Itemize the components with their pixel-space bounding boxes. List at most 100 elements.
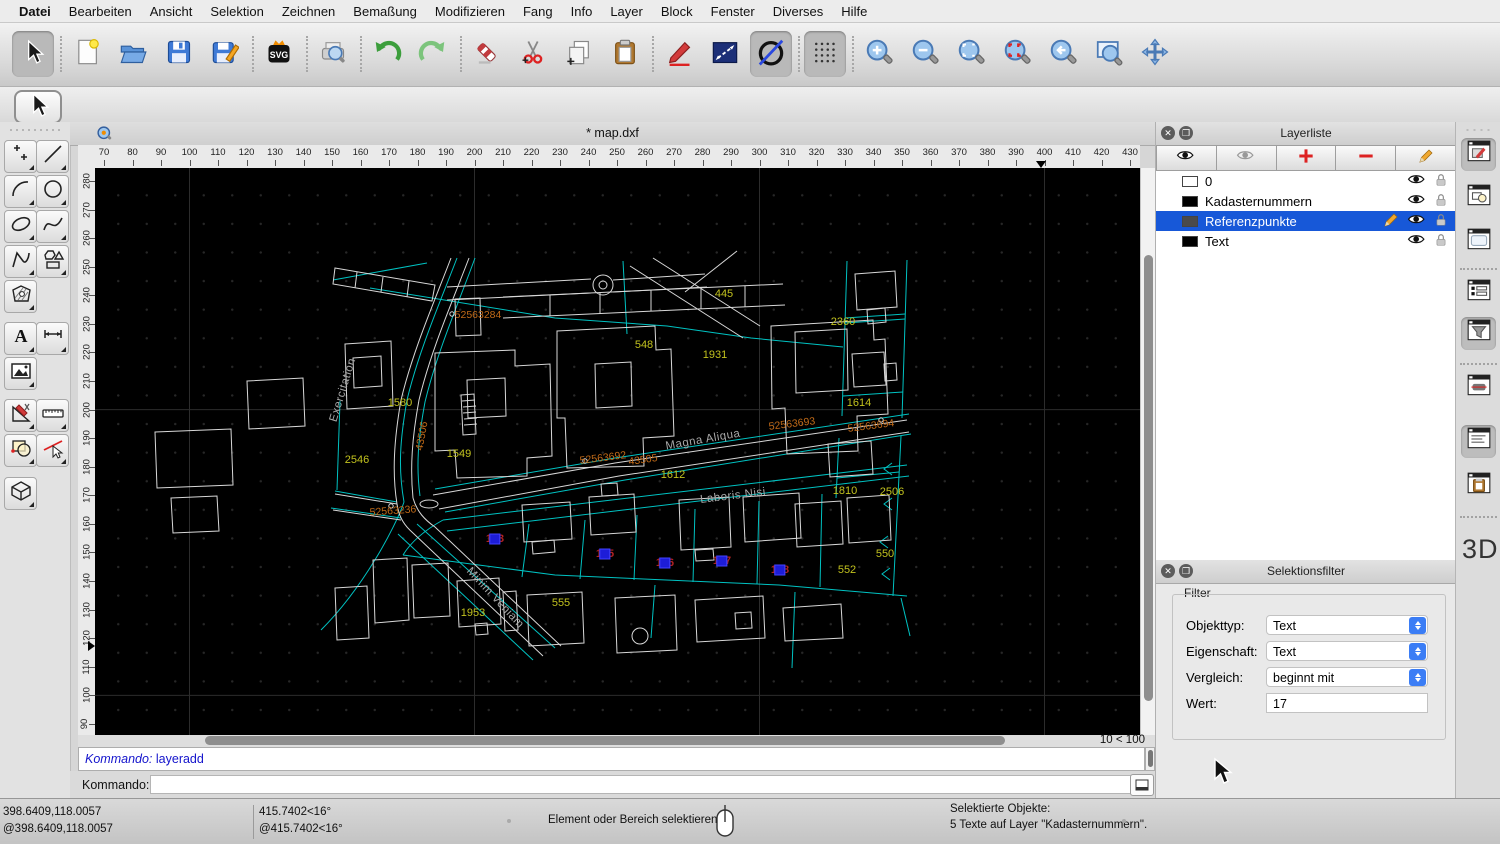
grid-toggle-button[interactable]: [804, 31, 846, 77]
drawing-canvas[interactable]: 4452360548193116141580154925461612181025…: [95, 168, 1140, 735]
delete-button[interactable]: [466, 31, 508, 77]
hscroll-thumb[interactable]: [205, 736, 1005, 745]
command-input[interactable]: [150, 775, 1135, 794]
layer-color-swatch[interactable]: [1182, 216, 1198, 227]
menu-zeichnen[interactable]: Zeichnen: [273, 0, 344, 23]
copy-button[interactable]: [558, 31, 600, 77]
command-widget-toggle-button[interactable]: [1130, 774, 1154, 796]
layer-lock-icon[interactable]: [1434, 172, 1448, 191]
save-button[interactable]: [158, 31, 200, 77]
3d-dock-label[interactable]: 3D: [1462, 534, 1499, 565]
filter-dropdown[interactable]: Text: [1266, 641, 1428, 661]
dimension-tools-button[interactable]: [36, 322, 69, 355]
block-list-dock-button[interactable]: [1461, 182, 1496, 215]
svg-export-button[interactable]: SVG: [258, 31, 300, 77]
save-as-button[interactable]: [204, 31, 246, 77]
block-tools-button[interactable]: [4, 434, 37, 467]
trim-tools-button[interactable]: [36, 434, 69, 467]
text-tool-button[interactable]: A: [4, 322, 37, 355]
menu-bearbeiten[interactable]: Bearbeiten: [60, 0, 141, 23]
palette-drag-handle[interactable]: [8, 128, 62, 132]
menu-block[interactable]: Block: [652, 0, 702, 23]
library-browser-dock-button[interactable]: [1461, 372, 1496, 405]
menu-modifizieren[interactable]: Modifizieren: [426, 0, 514, 23]
layer-lock-icon[interactable]: [1434, 212, 1448, 231]
dimension-settings-button[interactable]: [704, 31, 746, 77]
zoom-previous-button[interactable]: [1042, 31, 1084, 77]
auto-zoom-button[interactable]: [950, 31, 992, 77]
arc-tools-button[interactable]: [4, 175, 37, 208]
command-line-dock-button[interactable]: [1461, 425, 1496, 458]
redo-button[interactable]: [412, 31, 454, 77]
edit-layer-icon[interactable]: [1382, 211, 1400, 232]
selection-tool-button[interactable]: [12, 31, 54, 77]
layer-lock-icon[interactable]: [1434, 192, 1448, 211]
undo-button[interactable]: [366, 31, 408, 77]
dock-strip-handle[interactable]: [1464, 128, 1494, 132]
canvas-horizontal-scrollbar[interactable]: 10 < 100: [78, 735, 1155, 747]
layer-list-dock-button[interactable]: [1461, 277, 1496, 310]
zoom-selection-button[interactable]: [996, 31, 1038, 77]
menu-layer[interactable]: Layer: [601, 0, 652, 23]
filter-dropdown[interactable]: Text: [1266, 615, 1428, 635]
draw-settings-button[interactable]: [658, 31, 700, 77]
shape-tools-button[interactable]: [36, 245, 69, 278]
history-scrollbar-thumb[interactable]: [1148, 750, 1153, 767]
menu-selektion[interactable]: Selektion: [201, 0, 272, 23]
menu-diverses[interactable]: Diverses: [764, 0, 833, 23]
layer-row-Text[interactable]: Text: [1156, 231, 1456, 251]
spline-tools-button[interactable]: [36, 210, 69, 243]
zoom-in-button[interactable]: [858, 31, 900, 77]
zoom-window-button[interactable]: [1088, 31, 1130, 77]
restrict-off-button[interactable]: [750, 31, 792, 77]
menu-datei[interactable]: Datei: [10, 0, 60, 23]
selection-tool-button-2[interactable]: [14, 90, 62, 124]
menu-ansicht[interactable]: Ansicht: [141, 0, 202, 23]
edit-layer-button[interactable]: [1396, 145, 1456, 171]
layer-row-Kadasternummern[interactable]: Kadasternummern: [1156, 191, 1456, 211]
point-tools-button[interactable]: [4, 140, 37, 173]
paste-button[interactable]: [604, 31, 646, 77]
pan-button[interactable]: [1134, 31, 1176, 77]
layer-color-swatch[interactable]: [1182, 196, 1198, 207]
measure-tools-button[interactable]: [36, 399, 69, 432]
circle-tools-button[interactable]: [36, 175, 69, 208]
dropdown-stepper-icon[interactable]: [1409, 669, 1426, 686]
cut-button[interactable]: [512, 31, 554, 77]
show-all-layers-button[interactable]: [1156, 145, 1217, 171]
remove-layer-button[interactable]: [1336, 145, 1396, 171]
layer-color-swatch[interactable]: [1182, 236, 1198, 247]
canvas-vertical-scrollbar[interactable]: [1140, 168, 1156, 735]
menu-fenster[interactable]: Fenster: [702, 0, 764, 23]
new-file-button[interactable]: [66, 31, 108, 77]
menu-fang[interactable]: Fang: [514, 0, 562, 23]
hide-all-layers-button[interactable]: [1217, 145, 1277, 171]
solid-tools-button[interactable]: [4, 477, 37, 510]
filter-value-input[interactable]: 17: [1266, 693, 1428, 713]
layer-row-0[interactable]: 0: [1156, 171, 1456, 191]
image-tool-button[interactable]: [4, 357, 37, 390]
modify-tools-button[interactable]: [4, 399, 37, 432]
layer-row-Referenzpunkte[interactable]: Referenzpunkte: [1156, 211, 1456, 231]
dropdown-stepper-icon[interactable]: [1409, 617, 1426, 634]
dropdown-stepper-icon[interactable]: [1409, 643, 1426, 660]
clipboard-dock-button[interactable]: [1461, 470, 1496, 503]
filter-dropdown[interactable]: beginnt mit: [1266, 667, 1428, 687]
menu-hilfe[interactable]: Hilfe: [832, 0, 876, 23]
add-layer-button[interactable]: [1277, 145, 1337, 171]
menu-info[interactable]: Info: [562, 0, 602, 23]
history-scrollbar[interactable]: [1145, 747, 1155, 771]
polyline-tools-button[interactable]: [4, 245, 37, 278]
layer-color-swatch[interactable]: [1182, 176, 1198, 187]
view-list-dock-button[interactable]: [1461, 226, 1496, 259]
vscroll-thumb[interactable]: [1144, 255, 1153, 701]
layer-lock-icon[interactable]: [1434, 232, 1448, 251]
open-file-button[interactable]: [112, 31, 154, 77]
selection-filter-dock-button[interactable]: [1461, 317, 1496, 350]
line-tools-button[interactable]: [36, 140, 69, 173]
property-editor-dock-button[interactable]: [1461, 138, 1496, 171]
menu-bemaßung[interactable]: Bemaßung: [344, 0, 426, 23]
print-preview-button[interactable]: [312, 31, 354, 77]
ellipse-tools-button[interactable]: [4, 210, 37, 243]
zoom-out-button[interactable]: [904, 31, 946, 77]
